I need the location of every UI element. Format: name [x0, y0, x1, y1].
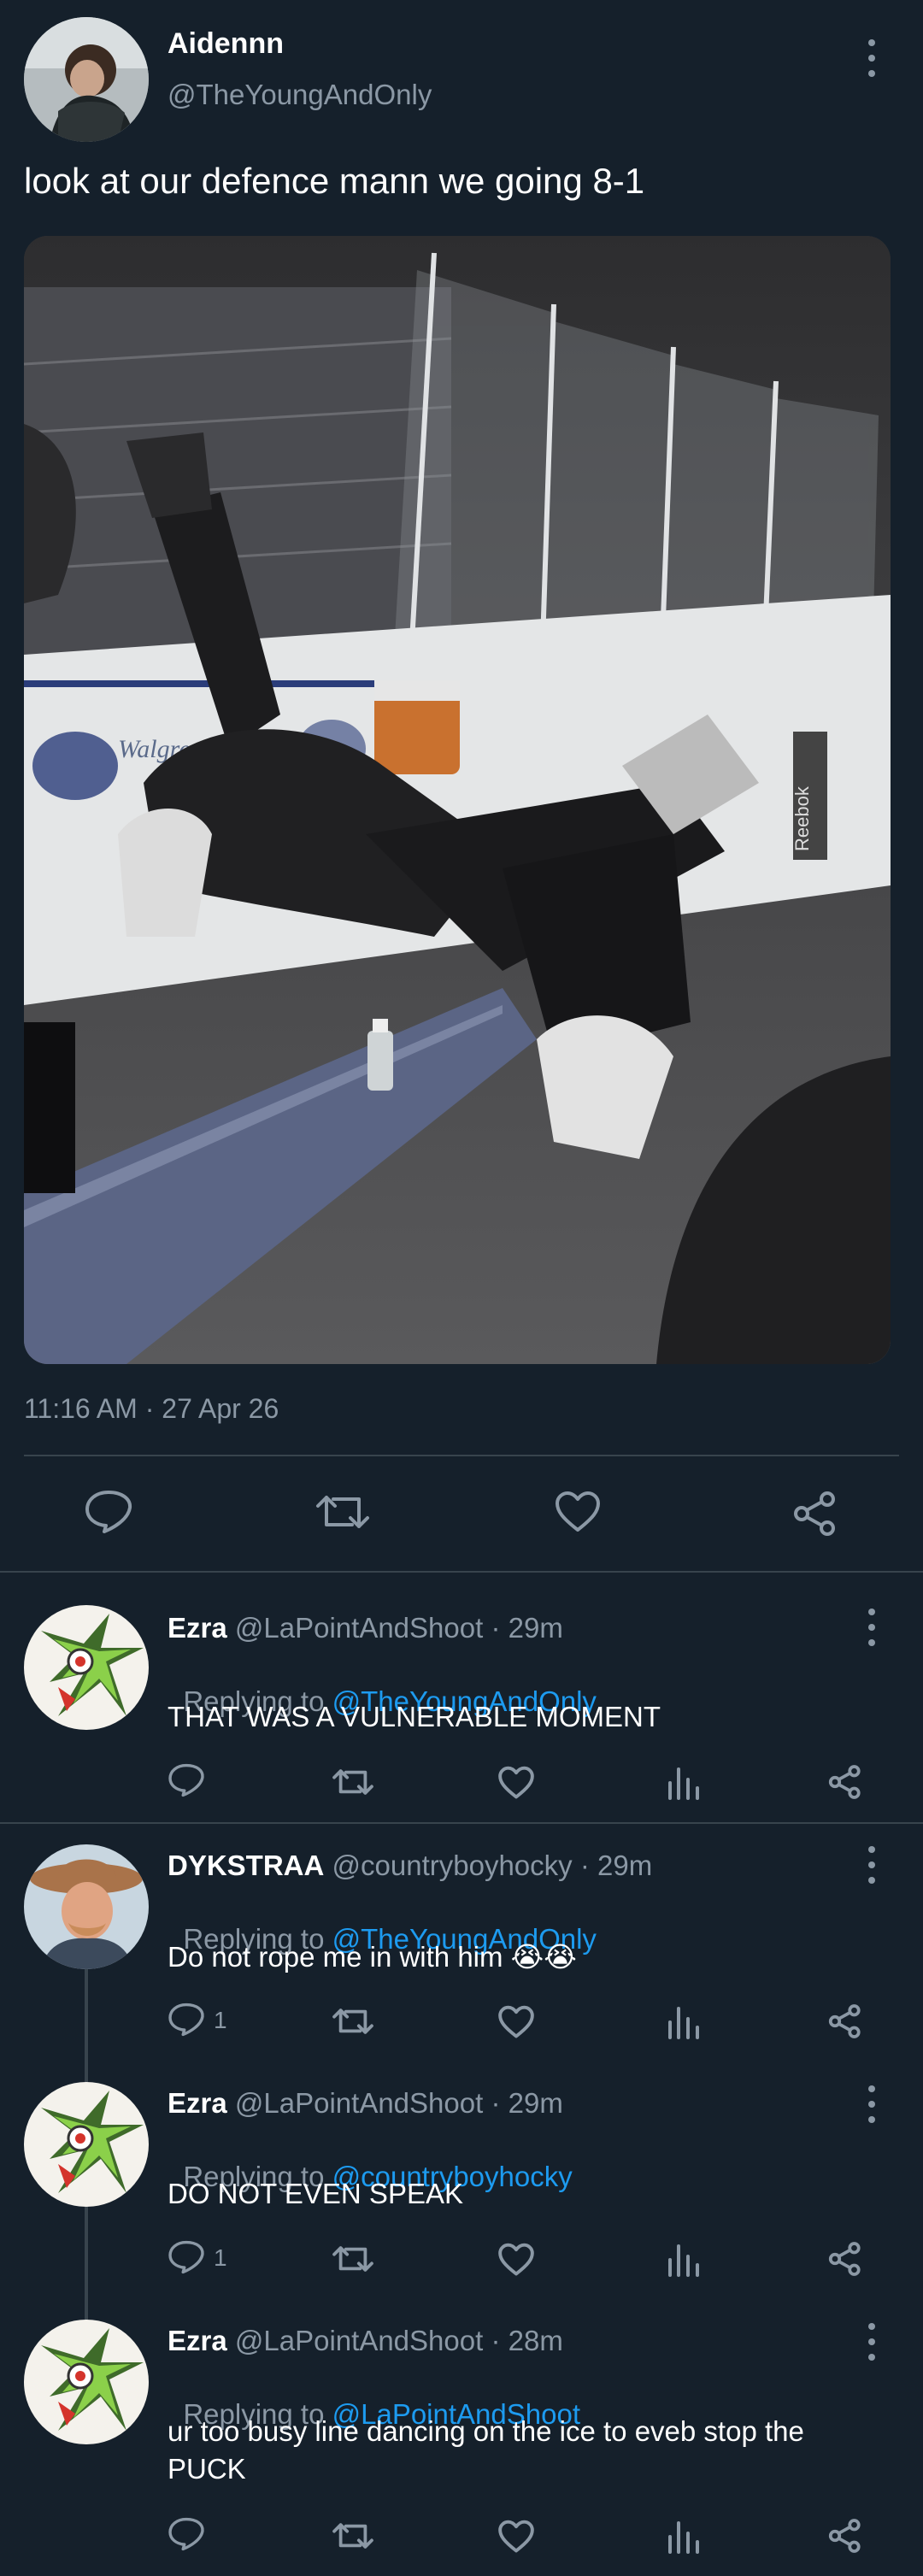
heart-icon — [498, 1766, 534, 1799]
reply-header: DYKSTRAA @countryboyhocky · 29m — [168, 1850, 652, 1882]
reply-menu-button[interactable] — [863, 1609, 880, 1646]
bar-chart-icon — [668, 2244, 699, 2277]
retweet-icon — [332, 2246, 373, 2272]
author-avatar[interactable] — [24, 17, 149, 142]
reply-author-handle[interactable]: @LaPointAndShoot — [235, 2325, 483, 2356]
author-name[interactable]: Aidennn — [168, 27, 284, 61]
share-icon — [828, 2004, 861, 2038]
speech-bubble-icon — [168, 2240, 204, 2274]
retweet-button[interactable] — [332, 2520, 374, 2552]
retweet-icon — [316, 1496, 369, 1528]
like-button[interactable] — [497, 2243, 535, 2277]
reply-header: Ezra @LaPointAndShoot · 29m — [168, 2087, 563, 2120]
like-button[interactable] — [554, 1491, 602, 1533]
views-button[interactable] — [667, 1764, 701, 1800]
retweet-icon — [332, 1769, 373, 1795]
reply-count: 1 — [214, 2244, 227, 2271]
heart-icon — [556, 1491, 600, 1532]
reply-header: Ezra @LaPointAndShoot · 28m — [168, 2325, 563, 2357]
like-button[interactable] — [497, 2520, 535, 2554]
like-button[interactable] — [497, 2005, 535, 2039]
reply-author-name[interactable]: Ezra — [168, 1612, 227, 1644]
reply-time: · 29m — [491, 2087, 563, 2119]
retweet-button[interactable] — [315, 1491, 371, 1533]
reply-menu-button[interactable] — [863, 2085, 880, 2123]
reply-menu-button[interactable] — [863, 1846, 880, 1884]
share-button[interactable] — [827, 2003, 863, 2039]
divider — [0, 1571, 923, 1573]
reply-button[interactable] — [168, 2002, 205, 2038]
reply-time: · 29m — [491, 1612, 563, 1644]
reply-author-name[interactable]: Ezra — [168, 2087, 227, 2119]
reply-button[interactable] — [84, 1489, 133, 1535]
reply-author-handle[interactable]: @LaPointAndShoot — [235, 2087, 483, 2119]
retweet-icon — [332, 2523, 373, 2549]
reply-text: Do not rope me in with him 😭😭 — [168, 1941, 577, 1973]
thread-connector-line — [85, 1966, 88, 2085]
views-button[interactable] — [667, 2518, 701, 2554]
share-button[interactable] — [827, 2241, 863, 2277]
retweet-button[interactable] — [332, 1766, 374, 1798]
bar-chart-icon — [668, 2521, 699, 2554]
reply-text: THAT WAS A VULNERABLE MOMENT — [168, 1701, 661, 1732]
retweet-button[interactable] — [332, 2005, 374, 2038]
heart-icon — [498, 2005, 534, 2038]
reply-time: · 29m — [579, 1850, 653, 1881]
reply-author-handle[interactable]: @countryboyhocky — [332, 1850, 573, 1881]
retweet-icon — [332, 2008, 373, 2034]
retweet-button[interactable] — [332, 2243, 374, 2275]
share-button[interactable] — [791, 1491, 839, 1537]
views-button[interactable] — [667, 2003, 701, 2039]
reply-count: 1 — [214, 2007, 227, 2033]
reply-button[interactable] — [168, 2239, 205, 2275]
heart-icon — [498, 2243, 534, 2276]
heart-icon — [498, 2520, 534, 2553]
reply-avatar[interactable] — [24, 1605, 149, 1730]
tweet-media-image[interactable]: Walgreens Reebok — [24, 236, 891, 1364]
reply-avatar[interactable] — [24, 1844, 149, 1969]
vertical-dots-icon — [868, 1846, 875, 1853]
share-button[interactable] — [827, 2518, 863, 2554]
vertical-dots-icon — [868, 39, 875, 46]
share-icon — [828, 1765, 861, 1799]
speech-bubble-icon — [168, 2003, 204, 2037]
vertical-dots-icon — [868, 1609, 875, 1615]
reply-text: DO NOT EVEN SPEAK — [168, 2178, 463, 2209]
divider — [0, 1822, 923, 1824]
tweet-menu-button[interactable] — [863, 39, 880, 77]
share-button[interactable] — [827, 1764, 863, 1800]
tweet-text: look at our defence mann we going 8-1 — [24, 161, 645, 201]
reply-text-line-1: ur too busy line dancing on the ice to e… — [168, 2415, 804, 2447]
reply-text-line-2: PUCK — [168, 2453, 246, 2485]
reply-avatar[interactable] — [24, 2320, 149, 2444]
share-icon — [794, 1491, 835, 1536]
bar-chart-icon — [668, 1767, 699, 1800]
thread-connector-line — [85, 2203, 88, 2323]
reply-button[interactable] — [168, 2516, 205, 2552]
reply-menu-button[interactable] — [863, 2323, 880, 2361]
reply-avatar[interactable] — [24, 2082, 149, 2207]
share-icon — [828, 2242, 861, 2276]
divider — [24, 1455, 899, 1456]
speech-bubble-icon — [85, 1491, 132, 1533]
reply-time: · 28m — [491, 2325, 563, 2356]
speech-bubble-icon — [168, 1763, 204, 1797]
reply-button[interactable] — [168, 1762, 205, 1798]
bar-chart-icon — [668, 2007, 699, 2039]
reply-author-name[interactable]: DYKSTRAA — [168, 1850, 324, 1881]
reply-author-name[interactable]: Ezra — [168, 2325, 227, 2356]
tweet-timestamp[interactable]: 11:16 AM · 27 Apr 26 — [24, 1393, 279, 1425]
share-icon — [828, 2519, 861, 2553]
speech-bubble-icon — [168, 2517, 204, 2551]
like-button[interactable] — [497, 1766, 535, 1800]
board-brand-text: Reebok — [791, 785, 813, 851]
reply-author-handle[interactable]: @LaPointAndShoot — [235, 1612, 483, 1644]
reply-header: Ezra @LaPointAndShoot · 29m — [168, 1612, 563, 1644]
views-button[interactable] — [667, 2241, 701, 2277]
vertical-dots-icon — [868, 2085, 875, 2092]
vertical-dots-icon — [868, 2323, 875, 2330]
author-handle[interactable]: @TheYoungAndOnly — [168, 79, 432, 111]
